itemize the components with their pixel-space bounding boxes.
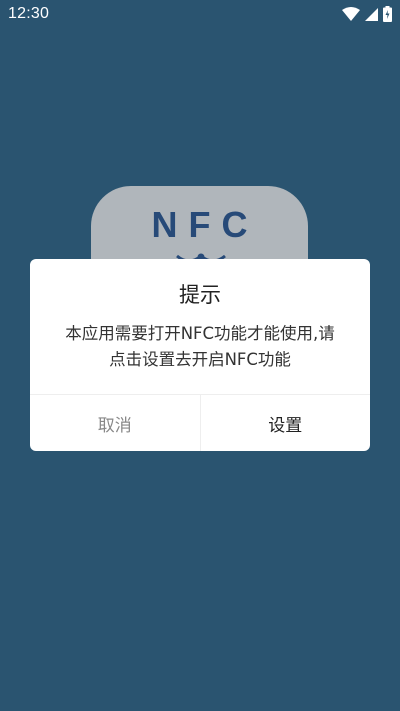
settings-button[interactable]: 设置 — [201, 395, 371, 451]
nfc-prompt-dialog: 提示 本应用需要打开NFC功能才能使用,请 点击设置去开启NFC功能 取消 设置 — [30, 259, 370, 451]
dialog-actions: 取消 设置 — [30, 394, 370, 451]
app-screen: 12:30 NFC 提示 本应用需要打开NFC功能才能使用,请 点击设置去开启N… — [0, 0, 400, 711]
dialog-message-line-1: 本应用需要打开NFC功能才能使用,请 — [65, 324, 335, 343]
dialog-message-line-2: 点击设置去开启NFC功能 — [109, 350, 291, 369]
dialog-message: 本应用需要打开NFC功能才能使用,请 点击设置去开启NFC功能 — [52, 321, 348, 373]
dialog-title: 提示 — [179, 283, 221, 307]
cancel-button[interactable]: 取消 — [30, 395, 201, 451]
